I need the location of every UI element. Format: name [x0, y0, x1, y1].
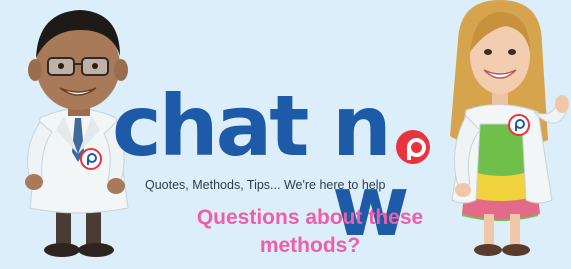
question-heading: Questions about these methods?: [196, 206, 424, 257]
pin-circle-icon: [396, 130, 430, 164]
pin-badge-icon: [508, 114, 530, 136]
chat-now-logo: chat nw: [112, 77, 462, 248]
pin-badge-icon: [80, 148, 102, 170]
logo-word-chat: chat: [112, 77, 309, 175]
chat-now-banner[interactable]: chat nw Quotes, Methods, Tips... We're h…: [0, 0, 571, 264]
tagline: Quotes, Methods, Tips... We're here to h…: [145, 178, 386, 192]
